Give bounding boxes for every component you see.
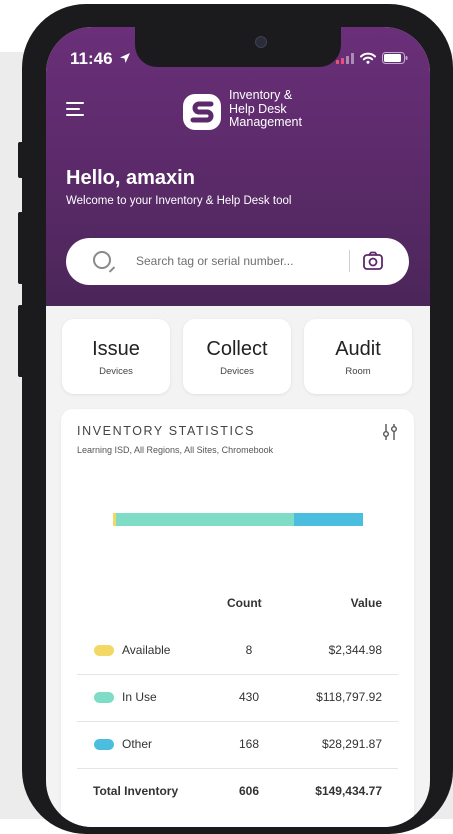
column-header-value: Value [350,596,382,610]
row-count: 8 [245,643,253,657]
total-value: $149,434.77 [315,784,382,798]
stats-title: INVENTORY STATISTICS [77,424,256,438]
audit-title: Audit [335,338,381,360]
notch [135,27,341,67]
issue-devices-button[interactable]: Issue Devices [62,319,170,394]
row-label: Available [122,643,171,657]
row-label: Other [122,737,153,751]
front-camera [255,36,267,48]
wifi-icon [360,52,376,64]
audit-subtitle: Room [345,366,371,377]
brand-line-1: Inventory & [229,88,293,102]
bar-segment-in-use [116,513,294,526]
brand-line-3: Management [229,115,302,129]
menu-icon[interactable] [66,102,84,116]
column-header-count: Count [227,596,262,610]
status-icons [336,52,408,64]
audit-room-button[interactable]: Audit Room [304,319,412,394]
stats-row-in-use[interactable]: In Use 430 $118,797.92 [77,674,398,722]
camera-icon[interactable] [362,250,384,272]
legend-dot-other [94,739,114,750]
search-bar [66,238,409,285]
issue-title: Issue [92,338,140,360]
legend-dot-available [94,645,114,656]
brand-name: Inventory & Help Desk Management [229,88,302,130]
welcome-subtitle: Welcome to your Inventory & Help Desk to… [66,195,292,207]
row-value: $118,797.92 [316,690,382,704]
issue-subtitle: Devices [99,366,133,377]
stats-row-available[interactable]: Available 8 $2,344.98 [77,627,398,675]
signal-icon [336,52,354,64]
battery-icon [382,52,408,64]
collect-subtitle: Devices [220,366,254,377]
row-label: In Use [122,690,157,704]
collect-devices-button[interactable]: Collect Devices [183,319,291,394]
search-icon [93,251,111,269]
total-count: 606 [238,784,260,798]
row-value: $2,344.98 [328,643,382,657]
row-value: $28,291.87 [321,737,382,751]
greeting: Hello, amaxin [66,167,195,189]
total-label: Total Inventory [93,784,179,798]
filter-sliders-icon[interactable] [382,423,398,441]
legend-dot-in-use [94,692,114,703]
location-arrow-icon [120,53,131,63]
stats-row-other[interactable]: Other 168 $28,291.87 [77,721,398,769]
stats-row-total: Total Inventory 606 $149,434.77 [77,768,398,815]
row-count: 168 [238,737,260,751]
search-divider [349,250,350,272]
search-input[interactable] [136,252,346,270]
row-count: 430 [238,690,260,704]
status-time-text: 11:46 [70,49,113,68]
stats-filter-summary: Learning ISD, All Regions, All Sites, Ch… [77,445,274,455]
app-screen: Inventory & Help Desk Management Hello, … [46,27,430,827]
quick-actions: Issue Devices Collect Devices Audit Room [62,319,414,394]
inventory-statistics-card: INVENTORY STATISTICS Learning ISD, All R… [61,409,414,827]
bar-segment-other [293,513,363,526]
brand-line-2: Help Desk [229,101,287,116]
inventory-stacked-bar [113,513,363,526]
collect-title: Collect [206,338,268,360]
status-time: 11:46 [70,49,131,69]
brand-logo [183,94,221,130]
